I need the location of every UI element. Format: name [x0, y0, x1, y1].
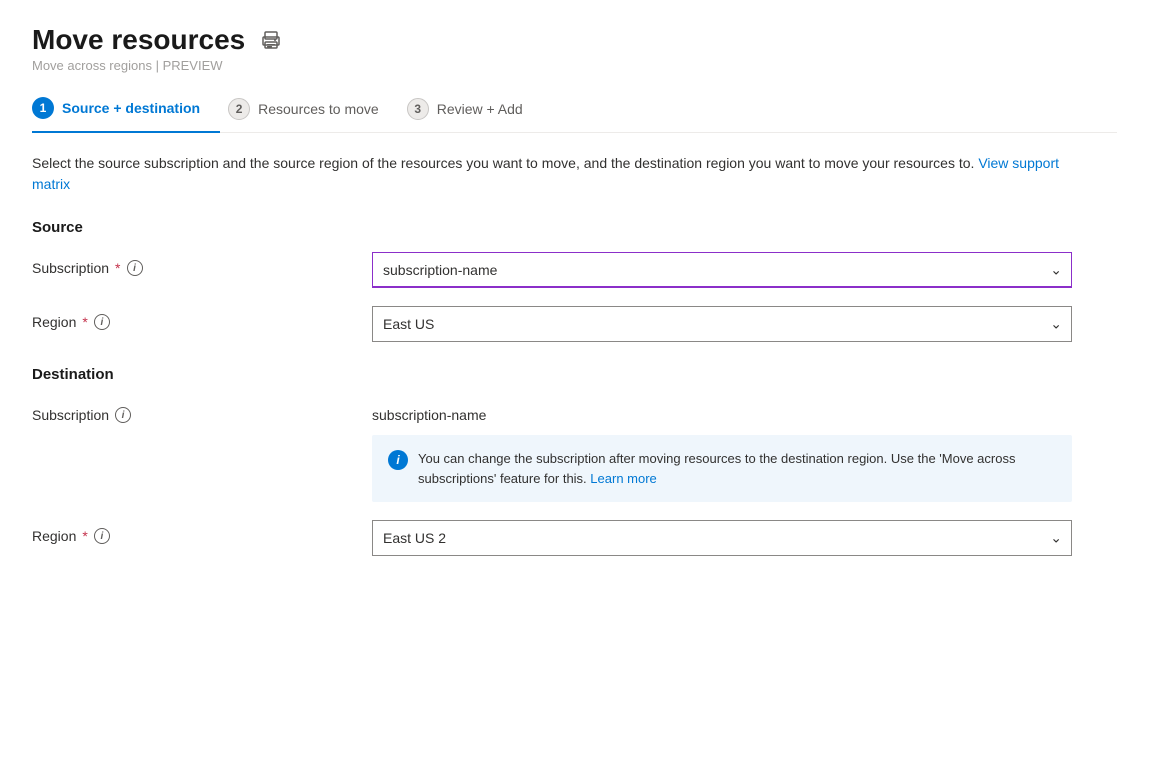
source-subscription-select[interactable]: subscription-name	[372, 252, 1072, 288]
description-text: Select the source subscription and the s…	[32, 153, 1082, 195]
destination-region-label-col: Region * i	[32, 520, 372, 544]
source-region-select[interactable]: East US West US East US 2 West Europe No…	[372, 306, 1072, 342]
page-title: Move resources	[32, 24, 245, 56]
source-section: Source Subscription * i subscription-nam…	[32, 219, 1117, 342]
destination-section-title: Destination	[32, 366, 1117, 383]
step-2-label: Resources to move	[258, 101, 379, 117]
destination-region-info-icon[interactable]: i	[94, 528, 110, 544]
source-subscription-select-wrapper: subscription-name ⌄	[372, 252, 1072, 288]
destination-subscription-info-icon[interactable]: i	[115, 407, 131, 423]
step-3-number: 3	[407, 98, 429, 120]
description-before-link: Select the source subscription and the s…	[32, 155, 974, 171]
source-region-info-icon[interactable]: i	[94, 314, 110, 330]
subtitle-text: Move across regions	[32, 58, 152, 73]
step-3-label: Review + Add	[437, 101, 523, 117]
source-region-label-col: Region * i	[32, 306, 372, 330]
destination-subscription-value: subscription-name	[372, 399, 1117, 423]
preview-badge: PREVIEW	[163, 58, 223, 73]
step-2-number: 2	[228, 98, 250, 120]
source-region-label: Region	[32, 314, 76, 330]
source-section-title: Source	[32, 219, 1117, 236]
info-box-text-before-link: You can change the subscription after mo…	[418, 451, 1015, 486]
source-subscription-label-col: Subscription * i	[32, 252, 372, 276]
source-region-select-wrapper: East US West US East US 2 West Europe No…	[372, 306, 1072, 342]
destination-region-label: Region	[32, 528, 76, 544]
source-subscription-required: *	[115, 260, 120, 276]
destination-subscription-row: Subscription i subscription-name i You c…	[32, 399, 1117, 502]
subtitle-separator: |	[156, 58, 163, 73]
source-region-row: Region * i East US West US East US 2 Wes…	[32, 306, 1117, 342]
destination-subscription-control-col: subscription-name i You can change the s…	[372, 399, 1117, 502]
learn-more-link[interactable]: Learn more	[590, 471, 656, 486]
source-subscription-label: Subscription	[32, 260, 109, 276]
print-button[interactable]	[257, 26, 285, 54]
step-1-label: Source + destination	[62, 100, 200, 116]
destination-subscription-label: Subscription	[32, 407, 109, 423]
source-region-control-col: East US West US East US 2 West Europe No…	[372, 306, 1117, 342]
source-region-required: *	[82, 314, 87, 330]
destination-region-control-col: East US West US East US 2 West Europe No…	[372, 520, 1117, 556]
subscription-info-box: i You can change the subscription after …	[372, 435, 1072, 502]
destination-region-required: *	[82, 528, 87, 544]
destination-subscription-label-col: Subscription i	[32, 399, 372, 423]
wizard-steps: 1 Source + destination 2 Resources to mo…	[32, 97, 1117, 133]
main-container: Move resources Move across regions | PRE…	[0, 0, 1149, 761]
wizard-step-2[interactable]: 2 Resources to move	[220, 98, 399, 132]
wizard-step-3[interactable]: 3 Review + Add	[399, 98, 543, 132]
destination-region-select-wrapper: East US West US East US 2 West Europe No…	[372, 520, 1072, 556]
title-row: Move resources	[32, 24, 1117, 56]
source-subscription-info-icon[interactable]: i	[127, 260, 143, 276]
page-subtitle: Move across regions | PREVIEW	[32, 58, 1117, 73]
destination-region-select[interactable]: East US West US East US 2 West Europe No…	[372, 520, 1072, 556]
source-subscription-control-col: subscription-name ⌄	[372, 252, 1117, 288]
destination-section: Destination Subscription i subscription-…	[32, 366, 1117, 556]
step-1-number: 1	[32, 97, 54, 119]
page-header: Move resources Move across regions | PRE…	[32, 24, 1117, 73]
wizard-step-1[interactable]: 1 Source + destination	[32, 97, 220, 133]
destination-region-row: Region * i East US West US East US 2 Wes…	[32, 520, 1117, 556]
info-box-icon: i	[388, 450, 408, 470]
source-subscription-row: Subscription * i subscription-name ⌄	[32, 252, 1117, 288]
info-box-text: You can change the subscription after mo…	[418, 449, 1056, 488]
